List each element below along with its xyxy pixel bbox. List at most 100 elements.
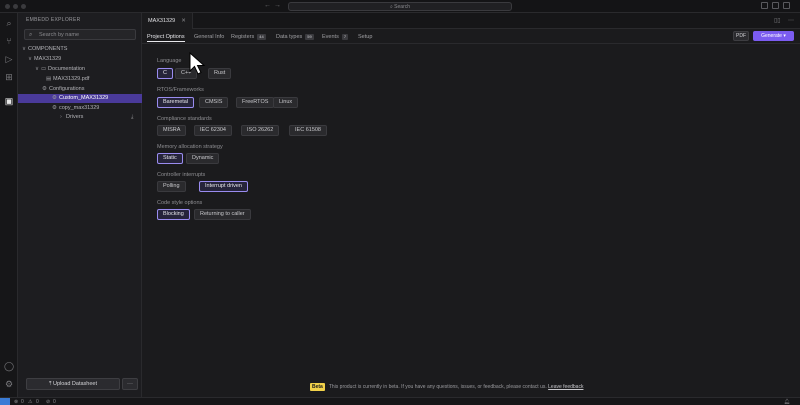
tab-registers[interactable]: Registers 44 [231, 32, 266, 42]
ports-icon[interactable]: ⊘ [46, 398, 50, 405]
compliance-label: Compliance standards [157, 116, 212, 122]
source-control-icon[interactable]: ⑂ [4, 36, 14, 46]
tree-item-drivers[interactable]: › Drivers ⤓ [18, 113, 142, 122]
forward-arrow-icon[interactable]: → [274, 2, 281, 9]
account-icon[interactable]: ◯ [4, 361, 14, 371]
tab-setup[interactable]: Setup [358, 32, 372, 42]
tree-item-datasheet[interactable]: ▤ MAX31329.pdf [18, 75, 142, 84]
framework-option-freertos[interactable]: FreeRTOS [236, 97, 275, 108]
frameworks-label: RTOS/Frameworks [157, 87, 204, 93]
tree-item-documentation[interactable]: ∨ ▭ Documentation [18, 65, 142, 74]
memory-option-static[interactable]: Static [157, 153, 183, 164]
close-window-icon[interactable] [5, 4, 10, 9]
memory-option-dynamic[interactable]: Dynamic [186, 153, 220, 164]
tree-item-label: MAX31329.pdf [53, 76, 90, 82]
generate-button[interactable]: Generate ▾ [753, 31, 794, 41]
language-option-c[interactable]: C [157, 68, 173, 79]
upload-datasheet-button[interactable]: ⤒ Upload Datasheet [26, 378, 120, 390]
framework-option-cmsis[interactable]: CMSIS [199, 97, 229, 108]
language-label: Language [157, 58, 182, 64]
error-icon[interactable]: ⊗ [14, 398, 18, 405]
tree-item-copy-config[interactable]: ⚙ copy_max31329 [18, 104, 142, 113]
config-icon: ⚙ [52, 105, 57, 111]
close-icon[interactable]: ✕ [181, 18, 186, 24]
config-icon: ⚙ [52, 95, 57, 101]
sidebar-search-input[interactable]: ⌕ Search by name [24, 29, 136, 40]
tree-item-label: Configurations [49, 86, 85, 92]
compliance-option-iec61508[interactable]: IEC 61508 [289, 125, 327, 136]
title-bar: ← → ⌕ Search [0, 0, 800, 13]
explorer-icon[interactable]: ⌕ [4, 18, 14, 28]
pdf-button[interactable]: PDF [733, 31, 749, 41]
language-option-rust[interactable]: Rust [208, 68, 232, 79]
framework-option-linux[interactable]: Linux [273, 97, 299, 108]
split-editor-icon[interactable]: ▯▯ [774, 17, 781, 24]
sidebar-title: EMBEDD EXPLORER [26, 17, 81, 23]
tab-events[interactable]: Events 7 [322, 32, 349, 42]
tab-max31329[interactable]: MAX31329 ✕ [142, 13, 193, 29]
sidebar: EMBEDD EXPLORER ⌕ Search by name ∨ COMPON… [18, 13, 142, 397]
settings-gear-icon[interactable]: ⚙ [4, 379, 14, 389]
tree-item-label: Drivers [66, 114, 84, 120]
tree-item-label: Custom_MAX31329 [59, 95, 109, 101]
config-icon: ⚙ [42, 86, 47, 92]
command-search[interactable]: ⌕ Search [288, 2, 512, 11]
registers-count-badge: 44 [257, 34, 266, 40]
tree-item-components[interactable]: ∨ COMPONENTS [18, 45, 142, 54]
tree-item-label: Documentation [48, 66, 85, 72]
toggle-sidebar-icon[interactable] [761, 2, 768, 9]
more-actions-icon[interactable]: ⋯ [788, 17, 794, 24]
controller-option-interrupt[interactable]: Interrupt driven [199, 181, 248, 192]
beta-notice-text: This product is currently in beta. If yo… [328, 384, 547, 390]
leave-feedback-link[interactable]: Leave feedback [548, 384, 583, 390]
generate-label: Generate [761, 33, 782, 39]
tree-item-custom-config[interactable]: ⚙ Custom_MAX31329 [18, 94, 142, 103]
tree-item-configurations[interactable]: ⚙ Configurations [18, 85, 142, 94]
mouse-cursor-icon [189, 52, 206, 75]
more-options-button[interactable]: ··· [122, 378, 138, 390]
compliance-option-iec62304[interactable]: IEC 62304 [194, 125, 232, 136]
chevron-down-icon: ▾ [783, 33, 786, 39]
ports-count: 0 [53, 399, 56, 405]
memory-label: Memory allocation strategy [157, 144, 223, 150]
warning-icon[interactable]: ⚠ [28, 398, 32, 405]
events-count-badge: 7 [341, 34, 349, 40]
code-style-option-returning[interactable]: Returning to caller [194, 209, 251, 220]
download-icon[interactable]: ⤓ [131, 113, 133, 122]
data-types-count-badge: 59 [305, 34, 314, 40]
sidebar-search-placeholder: Search by name [39, 32, 80, 38]
code-style-option-blocking[interactable]: Blocking [157, 209, 190, 220]
layout-icon[interactable] [783, 2, 790, 9]
extensions-icon[interactable]: ⊞ [4, 72, 14, 82]
tree-item-max31329[interactable]: ∨ MAX31329 [18, 55, 142, 64]
activity-bar: ⌕ ⑂ ▷ ⊞ ▣ ◯ ⚙ [0, 13, 18, 397]
tab-general-info[interactable]: General Info [194, 32, 224, 42]
tab-project-options[interactable]: Project Options [147, 32, 185, 42]
command-search-label: Search [394, 4, 411, 10]
framework-option-baremetal[interactable]: Baremetal [157, 97, 195, 108]
code-style-label: Code style options [157, 200, 203, 206]
controller-label: Controller interrupts [157, 172, 206, 178]
pdf-file-icon: ▤ [46, 76, 52, 82]
controller-option-polling[interactable]: Polling [157, 181, 186, 192]
compliance-option-iso26262[interactable]: ISO 26262 [241, 125, 280, 136]
toggle-panel-icon[interactable] [772, 2, 779, 9]
tree-item-label: MAX31329 [34, 56, 62, 62]
compliance-option-misra[interactable]: MISRA [157, 125, 187, 136]
back-arrow-icon[interactable]: ← [264, 2, 271, 9]
minimize-window-icon[interactable] [13, 4, 18, 9]
notifications-icon[interactable]: 🔔︎ [784, 398, 790, 405]
tab-data-types[interactable]: Data types 59 [276, 32, 314, 42]
debug-icon[interactable]: ▷ [4, 54, 14, 64]
section-tabs: Project Options General Info Registers 44… [142, 30, 800, 44]
tree-item-label: COMPONENTS [28, 46, 68, 52]
search-icon: ⌕ [29, 32, 33, 38]
tab-bar: MAX31329 ✕ ▯▯ ⋯ [142, 13, 800, 29]
tab-label: MAX31329 [148, 18, 176, 24]
remote-indicator[interactable] [0, 398, 10, 405]
error-count: 0 [21, 399, 24, 405]
beta-notice: Beta This product is currently in beta. I… [310, 383, 583, 391]
embedd-icon[interactable]: ▣ [4, 96, 14, 106]
tree-item-label: copy_max31329 [59, 105, 100, 111]
zoom-window-icon[interactable] [21, 4, 26, 9]
